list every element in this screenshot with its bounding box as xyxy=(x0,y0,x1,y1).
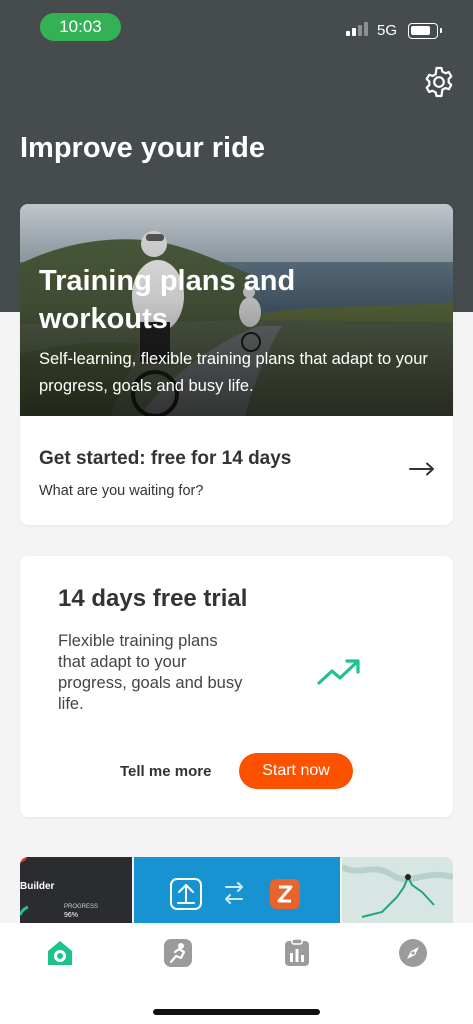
route-map-icon xyxy=(340,857,453,927)
stats-icon[interactable] xyxy=(282,938,312,968)
signal-strength-icon xyxy=(346,22,370,36)
partner-panel-builder[interactable]: Builder PROGRESS 96% xyxy=(20,857,132,927)
trial-title: 14 days free trial xyxy=(58,585,248,612)
training-plans-card[interactable]: Training plans and workouts Self-learnin… xyxy=(20,204,453,525)
sync-apps-icon xyxy=(170,878,300,910)
home-indicator xyxy=(153,1009,320,1015)
network-type: 5G xyxy=(377,22,398,39)
status-time: 10:03 xyxy=(40,13,121,41)
status-bar: 10:03 5G xyxy=(0,0,473,54)
partner-panel-sync[interactable] xyxy=(134,857,340,927)
trial-description: Flexible training plans that adapt to yo… xyxy=(58,632,243,713)
tell-me-more-button[interactable]: Tell me more xyxy=(120,763,211,780)
battery-icon xyxy=(408,23,442,39)
partner-panel-map[interactable] xyxy=(340,857,453,927)
hero-title: Training plans and workouts xyxy=(39,265,296,335)
progress-ring-icon xyxy=(20,857,29,916)
partner-apps-carousel[interactable]: Builder PROGRESS 96% xyxy=(20,857,453,927)
free-trial-card: 14 days free trial Flexible training pla… xyxy=(20,556,453,817)
trending-up-icon xyxy=(317,659,360,685)
arrow-right-icon[interactable] xyxy=(409,462,435,476)
get-started-subtitle: What are you waiting for? xyxy=(39,483,204,499)
home-icon[interactable] xyxy=(45,938,75,968)
start-now-button[interactable]: Start now xyxy=(239,753,353,789)
gear-icon[interactable] xyxy=(422,65,456,99)
get-started-title: Get started: free for 14 days xyxy=(39,448,292,469)
training-icon[interactable] xyxy=(163,938,193,968)
get-started-row[interactable]: Get started: free for 14 days What are y… xyxy=(20,416,453,525)
hero-subtitle: Self-learning, flexible training plans t… xyxy=(39,350,428,395)
explore-compass-icon[interactable] xyxy=(398,938,428,968)
page-title: Improve your ride xyxy=(20,132,265,164)
training-hero-image: Training plans and workouts Self-learnin… xyxy=(20,204,453,416)
bottom-tab-bar xyxy=(0,923,473,1024)
